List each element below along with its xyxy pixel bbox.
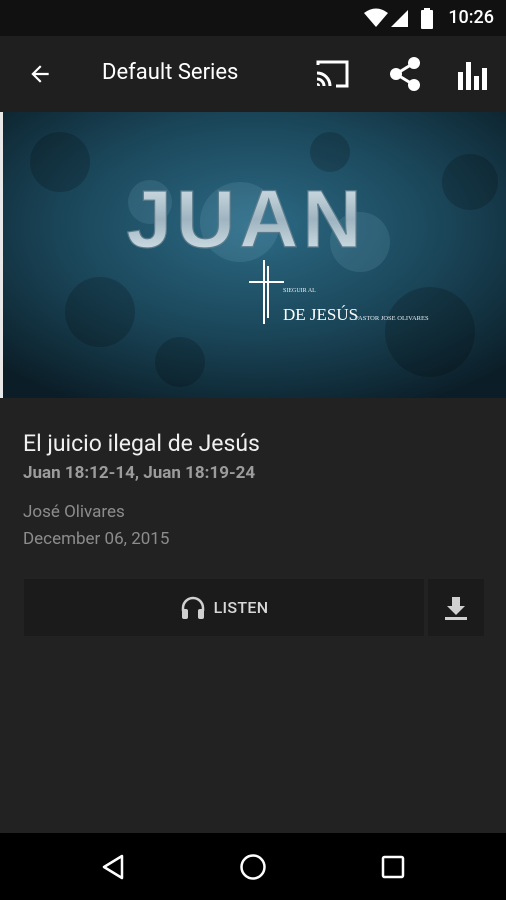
scripture-reference: Juan 18:12-14, Juan 18:19-24 (23, 463, 256, 483)
circle-home-icon (240, 854, 266, 880)
nav-home-button[interactable] (236, 850, 270, 884)
status-bar: 10:26 (0, 0, 506, 36)
download-button[interactable] (428, 579, 484, 636)
status-time: 10:26 (448, 7, 494, 28)
artwork-subtitle-main: DE JESÚS (283, 305, 358, 324)
nav-back-button[interactable] (96, 850, 130, 884)
artwork-edge (0, 112, 3, 398)
artwork-image: JUAN SIEGUIR AL DE JESÚS PASTOR JOSE OLI… (0, 112, 506, 398)
speaker-name: José Olivares (23, 502, 125, 522)
cell-signal-icon (391, 10, 408, 27)
download-icon (445, 596, 467, 620)
headphones-icon (181, 596, 204, 619)
artwork-author: PASTOR JOSE OLIVARES (355, 315, 429, 322)
battery-icon (421, 8, 433, 29)
cast-button[interactable] (312, 54, 352, 94)
sermon-title: El juicio ilegal de Jesús (23, 430, 260, 457)
share-button[interactable] (385, 54, 425, 94)
wifi-icon (364, 8, 388, 27)
triangle-back-icon (102, 854, 124, 880)
share-icon (390, 57, 420, 91)
back-button[interactable] (20, 54, 60, 94)
square-recents-icon (381, 855, 405, 879)
page-title: Default Series (102, 60, 239, 85)
system-nav-bar (0, 833, 506, 900)
stats-button[interactable] (453, 54, 493, 94)
listen-button[interactable]: LISTEN (24, 579, 424, 636)
listen-label: LISTEN (213, 598, 269, 617)
arrow-back-icon (31, 65, 49, 83)
bar-chart-icon (458, 62, 487, 90)
sermon-header: El juicio ilegal de Jesús Juan 18:12-14,… (23, 430, 260, 483)
series-artwork: JUAN SIEGUIR AL DE JESÚS PASTOR JOSE OLI… (0, 112, 506, 398)
artwork-subtitle-small: SIEGUIR AL (283, 288, 316, 294)
sermon-date: December 06, 2015 (23, 529, 170, 549)
app-bar: Default Series (0, 36, 506, 112)
artwork-title: JUAN (126, 174, 365, 265)
cast-icon (316, 60, 349, 88)
nav-recents-button[interactable] (376, 850, 410, 884)
